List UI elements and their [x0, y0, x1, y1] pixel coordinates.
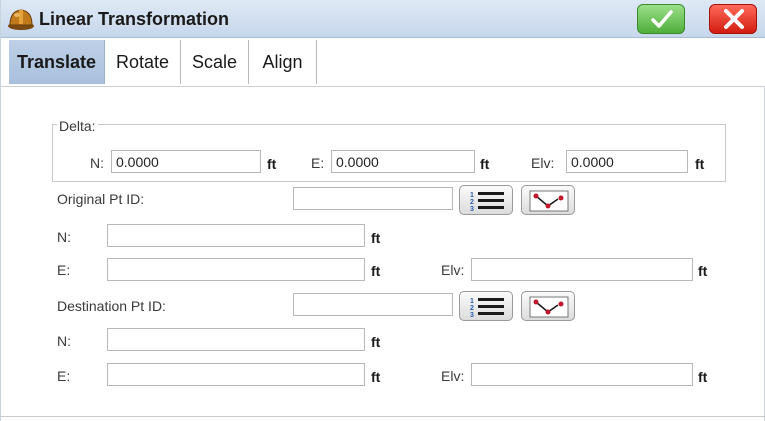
tab-rotate[interactable]: Rotate: [105, 40, 181, 84]
tab-align[interactable]: Align: [249, 40, 317, 84]
tab-translate[interactable]: Translate: [9, 40, 105, 84]
original-elv-label: Elv:: [441, 262, 465, 278]
original-elv-unit: ft: [698, 263, 708, 279]
hardhat-icon: [7, 6, 35, 32]
destination-elv-label: Elv:: [441, 368, 465, 384]
original-n-unit: ft: [371, 230, 381, 246]
original-pt-label: Original Pt ID:: [57, 191, 145, 207]
delta-n-unit: ft: [267, 156, 277, 172]
cancel-button[interactable]: [709, 4, 757, 34]
destination-e-label: E:: [57, 368, 71, 384]
svg-text:2: 2: [470, 199, 474, 206]
destination-point-map-button[interactable]: [521, 291, 575, 321]
tab-bar: Translate Rotate Scale Align: [1, 38, 765, 86]
svg-text:1: 1: [470, 298, 474, 305]
delta-e-label: E:: [311, 155, 325, 171]
window: Linear Transformation Translate Rotate S…: [0, 0, 765, 421]
original-n-field[interactable]: [107, 224, 365, 247]
tab-divider: [1, 86, 765, 87]
destination-n-label: N:: [57, 333, 71, 349]
delta-group-label: Delta:: [57, 118, 98, 134]
destination-point-list-button[interactable]: 1 2 3: [459, 291, 513, 321]
destination-elv-field[interactable]: [471, 363, 693, 386]
original-n-label: N:: [57, 229, 71, 245]
destination-elv-unit: ft: [698, 369, 708, 385]
footer-divider: [1, 416, 765, 417]
destination-e-unit: ft: [371, 369, 381, 385]
numbered-list-icon: 1 2 3: [470, 192, 504, 213]
checkmark-icon: [651, 10, 673, 28]
destination-n-unit: ft: [371, 334, 381, 350]
delta-e-unit: ft: [480, 156, 490, 172]
delta-n-label: N:: [90, 155, 104, 171]
original-pt-field[interactable]: [293, 187, 453, 210]
destination-pt-field[interactable]: [293, 293, 453, 316]
tab-scale[interactable]: Scale: [181, 40, 249, 84]
svg-text:3: 3: [470, 312, 474, 319]
title-bar: Linear Transformation: [1, 0, 765, 38]
delta-elv-label: Elv:: [531, 155, 555, 171]
destination-n-field[interactable]: [107, 328, 365, 351]
original-e-field[interactable]: [107, 258, 365, 281]
map-pick-icon: [529, 190, 569, 212]
ok-button[interactable]: [637, 4, 685, 34]
original-e-label: E:: [57, 262, 71, 278]
svg-text:2: 2: [470, 305, 474, 312]
original-e-unit: ft: [371, 263, 381, 279]
original-elv-field[interactable]: [471, 258, 693, 281]
svg-text:3: 3: [470, 206, 474, 213]
close-icon: [724, 9, 744, 29]
destination-pt-label: Destination Pt ID:: [57, 298, 166, 314]
destination-e-field[interactable]: [107, 363, 365, 386]
delta-e-field[interactable]: [331, 150, 475, 173]
window-title: Linear Transformation: [39, 9, 230, 29]
map-pick-icon: [529, 296, 569, 318]
original-point-list-button[interactable]: 1 2 3: [459, 185, 513, 215]
svg-text:1: 1: [470, 192, 474, 199]
delta-n-field[interactable]: [111, 150, 261, 173]
delta-elv-field[interactable]: [566, 150, 688, 173]
original-point-map-button[interactable]: [521, 185, 575, 215]
delta-elv-unit: ft: [695, 156, 705, 172]
numbered-list-icon: 1 2 3: [470, 298, 504, 319]
